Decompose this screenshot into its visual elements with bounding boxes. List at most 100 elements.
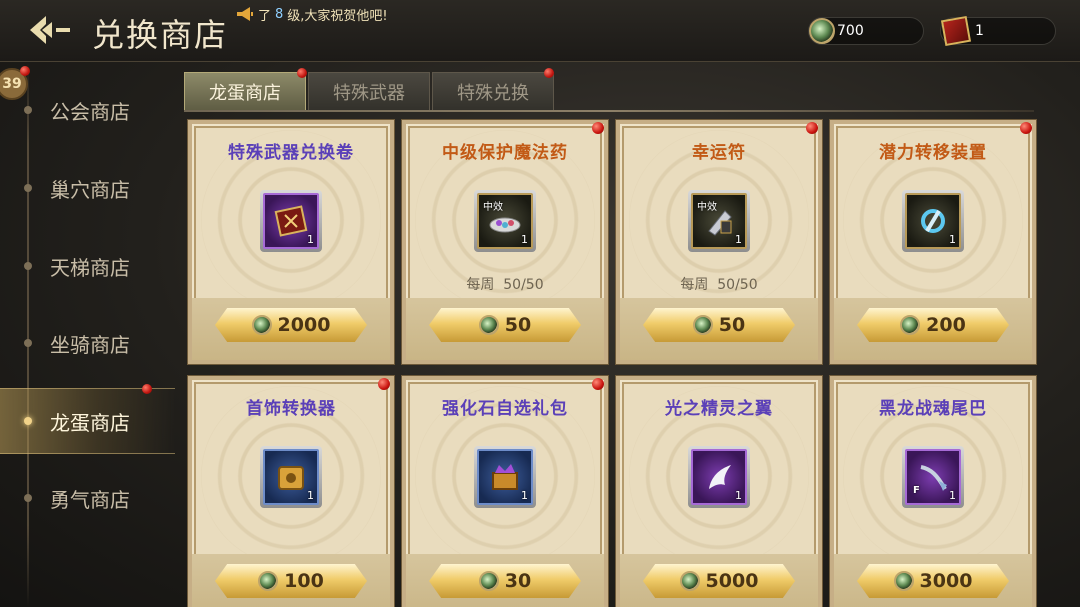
megaphone-icon — [237, 7, 253, 21]
notification-dot — [544, 68, 554, 78]
dragon-coin-icon — [692, 315, 713, 335]
tab-label: 特殊武器 — [333, 82, 405, 104]
page-title: 兑换商店 — [92, 16, 229, 54]
price-band: 100 — [192, 554, 390, 607]
item-count: 1 — [949, 233, 956, 246]
item-price: 50 — [504, 314, 532, 336]
sidebar-item-dragon-egg-shop[interactable]: 龙蛋商店 — [0, 388, 175, 454]
item-slot[interactable]: 1 — [260, 190, 322, 252]
dragon-coin-icon — [893, 571, 914, 591]
dragon-coin-value: 700 — [837, 23, 864, 39]
sidebar-item-nest-shop[interactable]: 巢穴商店 — [0, 158, 175, 218]
weapon-scroll-icon: 1 — [263, 193, 319, 249]
sidebar-item-courage-shop[interactable]: 勇气商店 — [0, 468, 175, 528]
dragon-coin-icon — [478, 571, 499, 591]
stone-chest-icon: 1 — [477, 449, 533, 505]
buy-button[interactable]: 100 — [215, 564, 367, 598]
item-price: 3000 — [919, 570, 973, 592]
lucky-charm-icon: 中效 1 — [691, 193, 747, 249]
sidebar-dot-icon — [24, 184, 32, 192]
item-slot[interactable]: 中效 1 — [474, 190, 536, 252]
sidebar-item-ladder-shop[interactable]: 天梯商店 — [0, 236, 175, 296]
shop-item-card[interactable]: 强化石自选礼包 1 30 — [402, 376, 608, 607]
buy-button[interactable]: 200 — [857, 308, 1009, 342]
sidebar-item-label: 坐骑商店 — [50, 332, 130, 357]
ticket-counter[interactable]: 1 — [940, 15, 1056, 47]
item-price: 200 — [926, 314, 966, 336]
sidebar-item-mount-shop[interactable]: 坐骑商店 — [0, 313, 175, 373]
shop-item-card[interactable]: 潜力转移装置 1 200 — [830, 120, 1036, 364]
purchase-limit: 每周 50/50 — [620, 274, 818, 294]
broadcast-level: 8 — [275, 6, 284, 22]
buy-button[interactable]: 2000 — [215, 308, 367, 342]
item-name: 幸运符 — [692, 143, 746, 163]
item-name: 中级保护魔法药 — [442, 143, 568, 163]
notification-dot — [297, 68, 307, 78]
potion-plate-icon: 中效 1 — [477, 193, 533, 249]
item-name: 特殊武器兑换卷 — [228, 143, 354, 163]
item-slot[interactable]: 1 — [688, 446, 750, 508]
buy-button[interactable]: 50 — [643, 308, 795, 342]
item-price: 30 — [504, 570, 532, 592]
item-slot[interactable]: F 1 — [902, 446, 964, 508]
item-tag: 中效 — [483, 202, 503, 213]
price-band: 50 — [620, 298, 818, 360]
dragon-coin-icon — [478, 315, 499, 335]
shop-item-card[interactable]: 中级保护魔法药 中效 1 每周 50/50 50 — [402, 120, 608, 364]
dragon-coin-counter[interactable]: 700 — [808, 17, 924, 45]
top-bar: 兑换商店 了 8 级,大家祝贺他吧! 700 1 — [0, 0, 1080, 62]
item-slot[interactable]: 1 — [260, 446, 322, 508]
sidebar-item-guild-shop[interactable]: 公会商店 — [0, 80, 175, 140]
shop-item-card[interactable]: 特殊武器兑换卷 1 2000 — [188, 120, 394, 364]
shop-item-card[interactable]: 首饰转换器 1 100 — [188, 376, 394, 607]
broadcast-prefix: 了 — [258, 8, 272, 24]
item-count: 1 — [735, 489, 742, 502]
dragon-coin-icon — [679, 571, 700, 591]
tab-label: 特殊兑换 — [457, 82, 529, 104]
item-slot[interactable]: 中效 1 — [688, 190, 750, 252]
buy-button[interactable]: 30 — [429, 564, 581, 598]
back-button[interactable] — [26, 12, 76, 48]
item-price: 2000 — [277, 314, 331, 336]
dragon-coin-icon — [251, 315, 272, 335]
item-price: 50 — [718, 314, 746, 336]
buy-button[interactable]: 3000 — [857, 564, 1009, 598]
item-slot[interactable]: 1 — [902, 190, 964, 252]
item-count: 1 — [307, 233, 314, 246]
shop-item-card[interactable]: 幸运符 中效 1 每周 50/50 50 — [616, 120, 822, 364]
back-arrow-icon — [30, 16, 70, 44]
item-count: 1 — [949, 489, 956, 502]
notification-dot — [378, 378, 390, 390]
shop-item-card[interactable]: 黑龙战魂尾巴 F 1 3000 — [830, 376, 1036, 607]
broadcast-marquee: 了 8 级,大家祝贺他吧! — [236, 4, 388, 24]
sidebar-dot-icon — [24, 494, 32, 502]
shop-item-card[interactable]: 光之精灵之翼 1 5000 — [616, 376, 822, 607]
buy-button[interactable]: 5000 — [643, 564, 795, 598]
item-count: 1 — [307, 489, 314, 502]
limit-value: 50/50 — [717, 277, 758, 293]
item-price: 100 — [284, 570, 324, 592]
dragon-coin-icon — [900, 315, 921, 335]
item-tag: F — [913, 485, 920, 496]
sidebar-dot-icon — [24, 106, 32, 114]
item-slot[interactable]: 1 — [474, 446, 536, 508]
limit-label: 每周 — [466, 277, 495, 293]
tab-special-exchange[interactable]: 特殊兑换 — [432, 72, 554, 110]
item-price: 5000 — [705, 570, 759, 592]
buy-button[interactable]: 50 — [429, 308, 581, 342]
price-band: 3000 — [834, 554, 1032, 607]
notification-dot — [142, 384, 152, 394]
tab-dragon-egg-shop[interactable]: 龙蛋商店 — [184, 72, 306, 110]
sidebar-item-label: 龙蛋商店 — [50, 410, 130, 435]
limit-value: 50/50 — [503, 277, 544, 293]
spirit-wing-icon: 1 — [691, 449, 747, 505]
item-name: 强化石自选礼包 — [442, 399, 568, 419]
item-name: 潜力转移装置 — [879, 143, 987, 163]
price-band: 200 — [834, 298, 1032, 360]
sidebar-item-label: 勇气商店 — [50, 487, 130, 512]
item-tag: 中效 — [697, 202, 717, 213]
sidebar-dot-icon — [24, 262, 32, 270]
tab-special-weapons[interactable]: 特殊武器 — [308, 72, 430, 110]
dragon-coin-icon — [809, 18, 835, 44]
price-band: 30 — [406, 554, 604, 607]
